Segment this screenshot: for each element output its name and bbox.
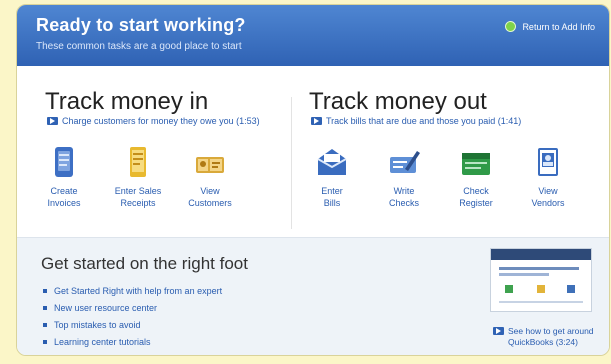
task-label: Write Checks: [388, 186, 419, 208]
check-register-icon: [459, 145, 493, 181]
invoice-icon: [47, 145, 81, 181]
thumbnail-row: [537, 285, 545, 293]
task-view-customers[interactable]: View Customers: [175, 145, 245, 209]
vendors-icon: [531, 145, 565, 181]
get-started-section: Get started on the right foot Get Starte…: [17, 237, 609, 355]
video-link-label: See how to get around QuickBooks (3:24): [508, 326, 594, 347]
getting-started-panel: Ready to start working? These common tas…: [16, 4, 610, 356]
task-label: View Vendors: [531, 186, 565, 208]
task-write-checks[interactable]: Write Checks: [369, 145, 439, 209]
write-checks-icon: [387, 145, 421, 181]
thumbnail-row: [505, 285, 513, 293]
get-started-item[interactable]: New user resource center: [43, 299, 222, 316]
task-create-invoices[interactable]: Create Invoices: [29, 145, 99, 209]
money-in-video-link[interactable]: Charge customers for money they owe you …: [47, 116, 260, 126]
video-icon: [311, 117, 322, 125]
video-link[interactable]: See how to get around QuickBooks (3:24): [493, 326, 597, 348]
return-link-label: Return to Add Info: [522, 21, 595, 32]
section-divider: [291, 97, 292, 229]
get-started-list: Get Started Right with help from an expe…: [43, 282, 222, 350]
money-in-link-label: Charge customers for money they owe you …: [62, 116, 260, 126]
task-label: Enter Sales Receipts: [114, 186, 162, 208]
task-check-register[interactable]: Check Register: [441, 145, 511, 209]
task-label: View Customers: [188, 186, 232, 208]
get-started-item[interactable]: Top mistakes to avoid: [43, 316, 222, 333]
banner: Ready to start working? These common tas…: [17, 5, 609, 66]
get-started-item[interactable]: Learning center tutorials: [43, 333, 222, 350]
thumbnail-row: [499, 301, 583, 303]
money-in-title: Track money in: [45, 88, 209, 115]
get-started-title: Get started on the right foot: [41, 254, 248, 273]
money-out-video-link[interactable]: Track bills that are due and those you p…: [311, 116, 521, 126]
green-dot-icon: [505, 21, 517, 32]
money-out-title: Track money out: [309, 88, 487, 115]
return-link[interactable]: Return to Add Info: [505, 21, 595, 32]
banner-title: Ready to start working?: [36, 15, 246, 35]
thumbnail-row: [567, 285, 575, 293]
video-thumbnail[interactable]: [490, 248, 592, 312]
task-label: Check Register: [459, 186, 493, 208]
thumbnail-header: [491, 249, 591, 260]
thumbnail-row: [499, 273, 549, 276]
bills-icon: [315, 145, 349, 181]
sales-receipt-icon: [121, 145, 155, 181]
video-icon: [47, 117, 58, 125]
task-enter-sales-receipts[interactable]: Enter Sales Receipts: [103, 145, 173, 209]
get-started-item[interactable]: Get Started Right with help from an expe…: [43, 282, 222, 299]
customers-icon: [193, 145, 227, 181]
banner-subtitle: These common tasks are a good place to s…: [36, 41, 242, 52]
task-label: Enter Bills: [321, 186, 343, 208]
task-enter-bills[interactable]: Enter Bills: [297, 145, 367, 209]
money-out-link-label: Track bills that are due and those you p…: [326, 116, 522, 126]
task-label: Create Invoices: [47, 186, 81, 208]
video-icon: [493, 327, 504, 335]
task-view-vendors[interactable]: View Vendors: [513, 145, 583, 209]
thumbnail-row: [499, 267, 579, 270]
